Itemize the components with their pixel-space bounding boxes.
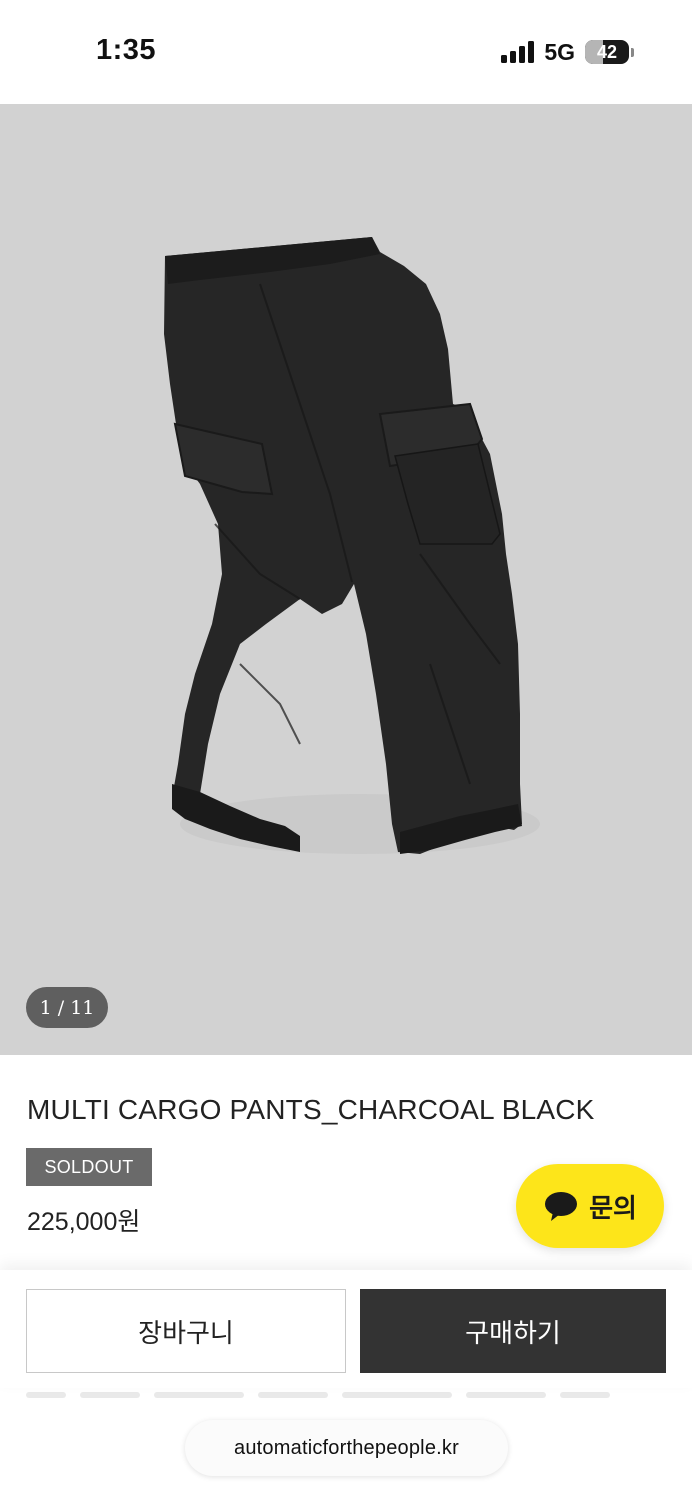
bottom-action-bar: 장바구니 구매하기 xyxy=(0,1270,692,1388)
status-bar: 1:35 5G 42 xyxy=(0,0,692,104)
battery-tip xyxy=(631,47,634,57)
status-indicators: 5G 42 xyxy=(501,38,634,66)
status-time: 1:35 xyxy=(96,34,157,66)
network-label: 5G xyxy=(544,38,575,65)
buy-now-button[interactable]: 구매하기 xyxy=(360,1289,666,1373)
underlying-content xyxy=(26,1392,666,1402)
add-to-cart-button[interactable]: 장바구니 xyxy=(26,1289,346,1373)
signal-icon xyxy=(501,41,535,63)
battery-icon: 42 xyxy=(585,40,629,64)
inquiry-chat-button[interactable]: 문의 xyxy=(516,1164,664,1248)
inquiry-label: 문의 xyxy=(589,1192,637,1223)
browser-url-bar[interactable]: automaticforthepeople.kr xyxy=(185,1420,508,1476)
product-image-gallery[interactable]: 1 / 11 xyxy=(0,104,692,1055)
product-price: 225,000원 xyxy=(27,1208,141,1236)
battery-percent: 42 xyxy=(596,41,618,62)
product-title: MULTI CARGO PANTS_CHARCOAL BLACK xyxy=(27,1094,595,1125)
chat-bubble-icon xyxy=(545,1192,578,1221)
product-photo xyxy=(164,237,540,854)
soldout-badge: SOLDOUT xyxy=(26,1148,152,1186)
image-counter: 1 / 11 xyxy=(26,987,108,1028)
